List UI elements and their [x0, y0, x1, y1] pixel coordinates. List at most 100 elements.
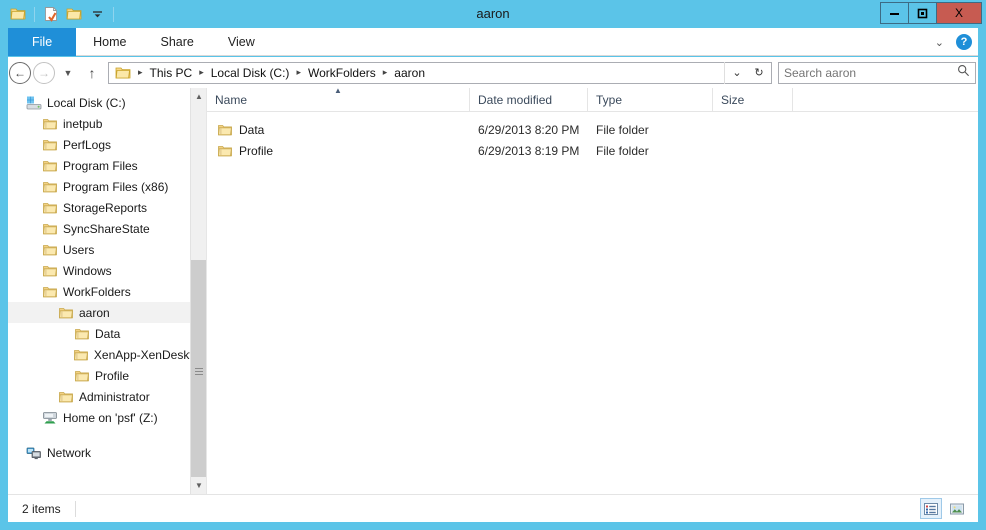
folder-icon [73, 347, 89, 363]
folder-icon [217, 122, 233, 138]
scroll-down-icon[interactable]: ▼ [191, 477, 206, 494]
column-header-name[interactable]: ▲ Name [207, 88, 470, 111]
tree-item-network[interactable]: Network [8, 442, 206, 463]
folder-icon [42, 200, 58, 216]
breadcrumb-separator[interactable]: ▸ [292, 67, 305, 78]
ribbon-right-controls: ⌄ ? [935, 28, 972, 56]
tab-view[interactable]: View [211, 28, 272, 56]
tree-item-label: Local Disk (C:) [47, 95, 126, 110]
folder-icon [115, 65, 131, 81]
breadcrumb-separator[interactable]: ▸ [134, 67, 147, 78]
nav-pane-scrollbar[interactable]: ▲ ▼ [190, 88, 206, 494]
search-box[interactable] [778, 61, 976, 84]
network-icon [26, 445, 42, 461]
ribbon-tabs: File Home Share View [8, 28, 978, 56]
breadcrumb-item-aaron[interactable]: aaron [391, 63, 428, 83]
scroll-up-icon[interactable]: ▲ [191, 88, 206, 105]
help-icon[interactable]: ? [956, 34, 972, 50]
network-drive-icon [42, 410, 58, 426]
chevron-down-icon: ▼ [63, 67, 73, 78]
tree-item-label: Network [47, 445, 92, 460]
tree-item-label: Home on 'psf' (Z:) [63, 410, 158, 425]
search-input[interactable] [784, 65, 957, 80]
folder-icon [42, 263, 58, 279]
file-list-pane: ▲ Name Date modified Type Size Data 6/29/… [207, 88, 978, 494]
breadcrumb-item-this-pc[interactable]: This PC [147, 63, 196, 83]
folder-icon [42, 158, 58, 174]
tree-item-label: Windows [63, 263, 112, 278]
file-rows: Data 6/29/2013 8:20 PM File folder Profile 6… [207, 112, 978, 161]
drive-icon [26, 95, 42, 111]
column-header-size[interactable]: Size [713, 88, 793, 111]
search-icon[interactable] [957, 64, 970, 82]
tree-item-program-files[interactable]: Program Files [8, 155, 206, 176]
breadcrumb-item-workfolders[interactable]: WorkFolders [305, 63, 379, 83]
tree-item-administrator[interactable]: Administrator [8, 386, 206, 407]
column-headers: ▲ Name Date modified Type Size [207, 88, 978, 112]
tree-item-profile[interactable]: Profile [8, 365, 206, 386]
tree-item-perflogs[interactable]: PerfLogs [8, 134, 206, 155]
details-view-button[interactable] [920, 498, 942, 519]
maximize-button[interactable] [908, 2, 937, 24]
tree-item-label: Profile [95, 368, 130, 383]
breadcrumb-item-local-disk[interactable]: Local Disk (C:) [208, 63, 293, 83]
forward-button[interactable]: → [32, 61, 56, 85]
chevron-down-icon[interactable]: ⌄ [727, 63, 747, 83]
tab-home[interactable]: Home [76, 28, 143, 56]
tree-item-xenapp-xendesktop[interactable]: XenApp-XenDesktop [8, 344, 206, 365]
column-header-type[interactable]: Type [588, 88, 713, 111]
tree-item-workfolders[interactable]: WorkFolders [8, 281, 206, 302]
back-arrow-icon: ← [9, 61, 31, 84]
tree-item-aaron[interactable]: aaron [8, 302, 206, 323]
minimize-button[interactable] [880, 2, 909, 24]
quick-access-toolbar [8, 2, 117, 26]
column-header-date-modified[interactable]: Date modified [470, 88, 588, 111]
folder-icon [42, 284, 58, 300]
tree-item-label: PerfLogs [63, 137, 112, 152]
navigation-pane: Local Disk (C:) inetpub PerfLogs Program Fi… [8, 88, 207, 494]
chevron-down-icon[interactable]: ⌄ [935, 36, 944, 49]
tree-item-inetpub[interactable]: inetpub [8, 113, 206, 134]
tree-item-users[interactable]: Users [8, 239, 206, 260]
breadcrumb-separator[interactable]: ▸ [379, 67, 392, 78]
breadcrumb-separator[interactable]: ▸ [195, 67, 208, 78]
tree-item-label: Administrator [79, 389, 150, 404]
folder-icon [58, 389, 74, 405]
back-button[interactable]: ← [8, 61, 32, 85]
tree-item-local-disk-c[interactable]: Local Disk (C:) [8, 92, 206, 113]
table-row[interactable]: Data 6/29/2013 8:20 PM File folder [207, 119, 978, 140]
tree-item-data[interactable]: Data [8, 323, 206, 344]
up-button[interactable]: ↑ [80, 61, 104, 85]
tab-share[interactable]: Share [144, 28, 211, 56]
tab-file[interactable]: File [8, 28, 77, 56]
folder-icon [42, 179, 58, 195]
tree-item-label: Users [63, 242, 95, 257]
tree-item-syncsharestate[interactable]: SyncShareState [8, 218, 206, 239]
cell-type: File folder [596, 143, 649, 158]
folder-icon[interactable] [8, 4, 28, 24]
tree-item-windows[interactable]: Windows [8, 260, 206, 281]
tree-item-home-on-psf-z[interactable]: Home on 'psf' (Z:) [8, 407, 206, 428]
explorer-window: aaron X File Home Share View ⌄ ? ← → ▼ ↑… [0, 0, 986, 530]
ribbon-tab-bar: File Home Share View ⌄ ? [8, 28, 978, 56]
table-row[interactable]: Profile 6/29/2013 8:19 PM File folder [207, 140, 978, 161]
tree-item-program-files-x86[interactable]: Program Files (x86) [8, 176, 206, 197]
folder-icon [42, 116, 58, 132]
tree-item-storagereports[interactable]: StorageReports [8, 197, 206, 218]
large-icons-view-button[interactable] [946, 498, 968, 519]
scrollbar-thumb[interactable] [191, 260, 206, 482]
window-controls: X [880, 2, 982, 24]
tree-item-label: SyncShareState [63, 221, 150, 236]
close-button[interactable]: X [936, 2, 982, 24]
cell-date-modified: 6/29/2013 8:19 PM [478, 143, 580, 158]
address-bar-row: ← → ▼ ↑ ▸ This PC ▸ Local Disk (C:) ▸ Wo… [8, 57, 978, 88]
recent-locations-button[interactable]: ▼ [56, 61, 80, 85]
customize-dropdown-icon[interactable] [87, 4, 107, 24]
new-folder-icon[interactable] [64, 4, 84, 24]
breadcrumb-bar[interactable]: ▸ This PC ▸ Local Disk (C:) ▸ WorkFolder… [108, 61, 772, 84]
refresh-icon[interactable]: ↻ [749, 63, 769, 83]
tree-item-label: Program Files [63, 158, 138, 173]
properties-icon[interactable] [41, 4, 61, 24]
file-name-label: Profile [239, 143, 274, 158]
